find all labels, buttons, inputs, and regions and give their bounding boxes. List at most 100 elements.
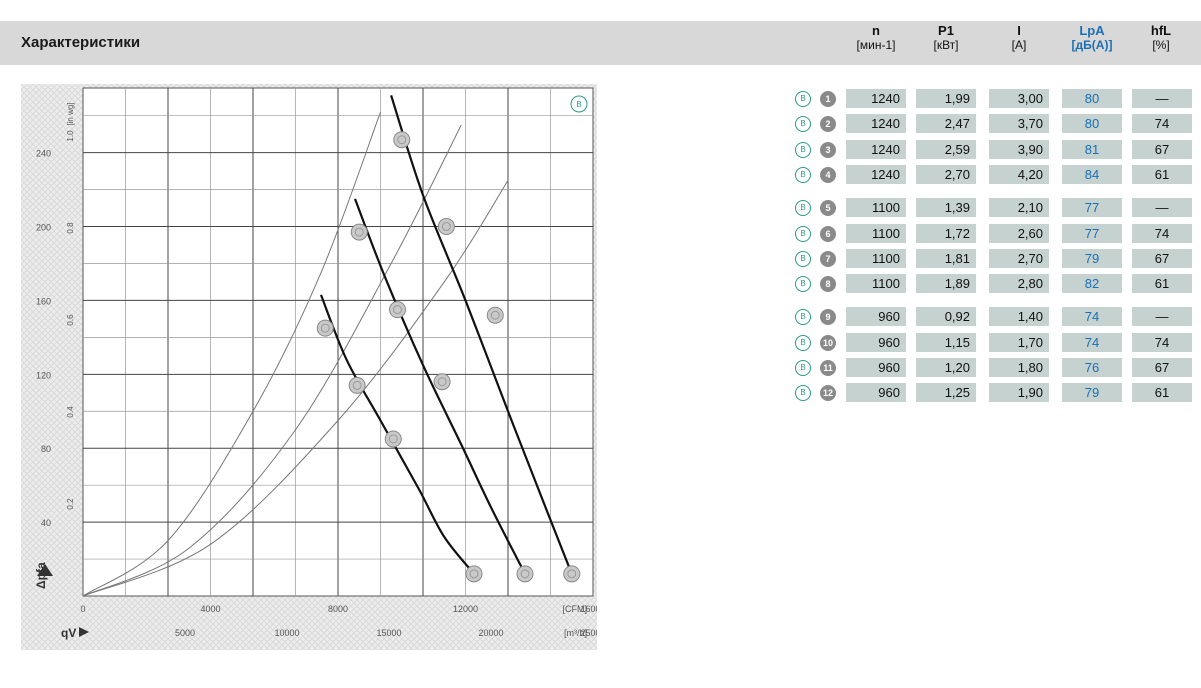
column-header-symbol: I [1017, 23, 1021, 38]
curve-b-badge: B [795, 276, 811, 293]
table-cell-p1: 1,72 [916, 223, 976, 243]
y-secondary-tick-label: 0.2 [66, 498, 75, 510]
table-cell-n: 1100 [846, 223, 906, 243]
table-cell-hfl: 74 [1132, 223, 1192, 243]
table-cell-n: 1240 [846, 164, 906, 184]
table-cell-hfl: 74 [1132, 332, 1192, 352]
operating-point-marker [384, 430, 402, 448]
table-cell-p1: 2,70 [916, 164, 976, 184]
operating-point-number: 4 [820, 166, 836, 183]
table-cell-n: 960 [846, 358, 906, 377]
curve-b-badge: B [795, 385, 811, 402]
curve-b-badge: B [795, 360, 811, 376]
table-cell-n: 1240 [846, 139, 906, 159]
column-header-4: LpA [дБ(A)] [1056, 23, 1128, 53]
x-primary-unit: [CFM] [563, 604, 588, 614]
x-tick-label: 0 [80, 604, 85, 614]
column-header-3: I [A] [983, 23, 1055, 53]
operating-point-number: 12 [820, 385, 836, 402]
table-cell-i: 2,10 [989, 198, 1049, 218]
table-cell-i: 1,70 [989, 332, 1049, 352]
table-cell-n: 1100 [846, 274, 906, 294]
x-axis-label: qV [61, 626, 76, 640]
table-cell-hfl: 67 [1132, 139, 1192, 159]
operating-point-number: 5 [820, 200, 836, 217]
table-cell-hfl: — [1132, 198, 1192, 218]
column-header-unit: [%] [1152, 38, 1170, 52]
y-secondary-unit: [in wg] [66, 102, 75, 125]
x-secondary-tick-label: 10000 [274, 628, 299, 638]
table-cell-p1: 1,39 [916, 198, 976, 218]
operating-point-marker [516, 565, 534, 583]
operating-point-marker [433, 373, 451, 391]
operating-point-number: 7 [820, 250, 836, 267]
table-cell-lpa: 77 [1062, 223, 1122, 243]
y-secondary-tick-label: 0.6 [66, 314, 75, 326]
operating-point-marker [350, 223, 368, 241]
performance-chart: 40801201602002400.20.40.60.81.0[in wg]Δp… [21, 84, 606, 650]
table-cell-n: 960 [846, 307, 906, 327]
operating-point-marker [437, 218, 455, 236]
y-tick-label: 160 [36, 296, 51, 306]
table-cell-p1: 0,92 [916, 307, 976, 327]
operating-point-number: 3 [820, 141, 836, 158]
x-secondary-tick-label: 15000 [376, 628, 401, 638]
column-header-symbol: n [872, 23, 880, 38]
column-header-unit: [мин-1] [856, 38, 896, 52]
table-cell-i: 2,70 [989, 248, 1049, 268]
y-tick-label: 40 [41, 518, 51, 528]
table-cell-i: 2,80 [989, 274, 1049, 294]
curve-b-badge: B [795, 141, 811, 158]
table-cell-i: 2,60 [989, 223, 1049, 243]
curve-b-badge: B [795, 116, 811, 133]
table-cell-n: 1240 [846, 114, 906, 134]
table-cell-i: 1,80 [989, 358, 1049, 377]
operating-point-marker [465, 565, 483, 583]
table-cell-p1: 1,99 [916, 89, 976, 108]
operating-point-marker [389, 301, 406, 319]
y-tick-label: 80 [41, 444, 51, 454]
operating-point-marker [348, 376, 366, 394]
table-cell-i: 3,00 [989, 89, 1049, 108]
table-cell-n: 960 [846, 383, 906, 403]
column-header-symbol: P1 [938, 23, 954, 38]
table-cell-i: 1,40 [989, 307, 1049, 327]
column-header-unit: [A] [1011, 38, 1027, 52]
table-cell-lpa: 76 [1062, 358, 1122, 377]
x-tick-label: 4000 [200, 604, 220, 614]
curve-b-badge: B [795, 200, 811, 217]
table-cell-hfl: — [1132, 89, 1192, 108]
table-cell-hfl: — [1132, 307, 1192, 327]
table-cell-n: 960 [846, 332, 906, 352]
column-header-symbol: LpA [1079, 23, 1105, 38]
performance-chart-svg: 40801201602002400.20.40.60.81.0[in wg]Δp… [21, 84, 606, 650]
column-header-unit: [дБ(A)] [1071, 38, 1113, 52]
table-cell-lpa: 80 [1062, 89, 1122, 108]
y-tick-label: 240 [36, 149, 51, 159]
column-header-2: P1 [кВт] [910, 23, 982, 53]
table-cell-lpa: 79 [1062, 383, 1122, 403]
operating-point-marker [486, 306, 504, 324]
y-tick-label: 120 [36, 370, 51, 380]
table-cell-i: 4,20 [989, 164, 1049, 184]
table-cell-i: 1,90 [989, 383, 1049, 403]
operating-point-number: 6 [820, 225, 836, 242]
y-tick-label: 200 [36, 223, 51, 233]
curve-b-badge: B [795, 166, 811, 183]
curve-b-badge: B [795, 309, 811, 326]
column-header-unit: [кВт] [933, 38, 959, 52]
table-cell-hfl: 74 [1132, 114, 1192, 134]
table-cell-hfl: 67 [1132, 248, 1192, 268]
table-cell-i: 3,90 [989, 139, 1049, 159]
x-tick-label: 8000 [328, 604, 348, 614]
table-cell-lpa: 79 [1062, 248, 1122, 268]
y-secondary-tick-label: 0.4 [66, 406, 75, 418]
table-cell-p1: 1,15 [916, 332, 976, 352]
curve-b-badge: B [795, 225, 811, 242]
operating-point-number: 9 [820, 309, 836, 326]
table-cell-p1: 2,47 [916, 114, 976, 134]
curve-b-badge: B [795, 91, 811, 107]
table-cell-lpa: 74 [1062, 307, 1122, 327]
operating-point-number: 10 [820, 334, 836, 351]
y-secondary-tick-label: 0.8 [66, 222, 75, 234]
